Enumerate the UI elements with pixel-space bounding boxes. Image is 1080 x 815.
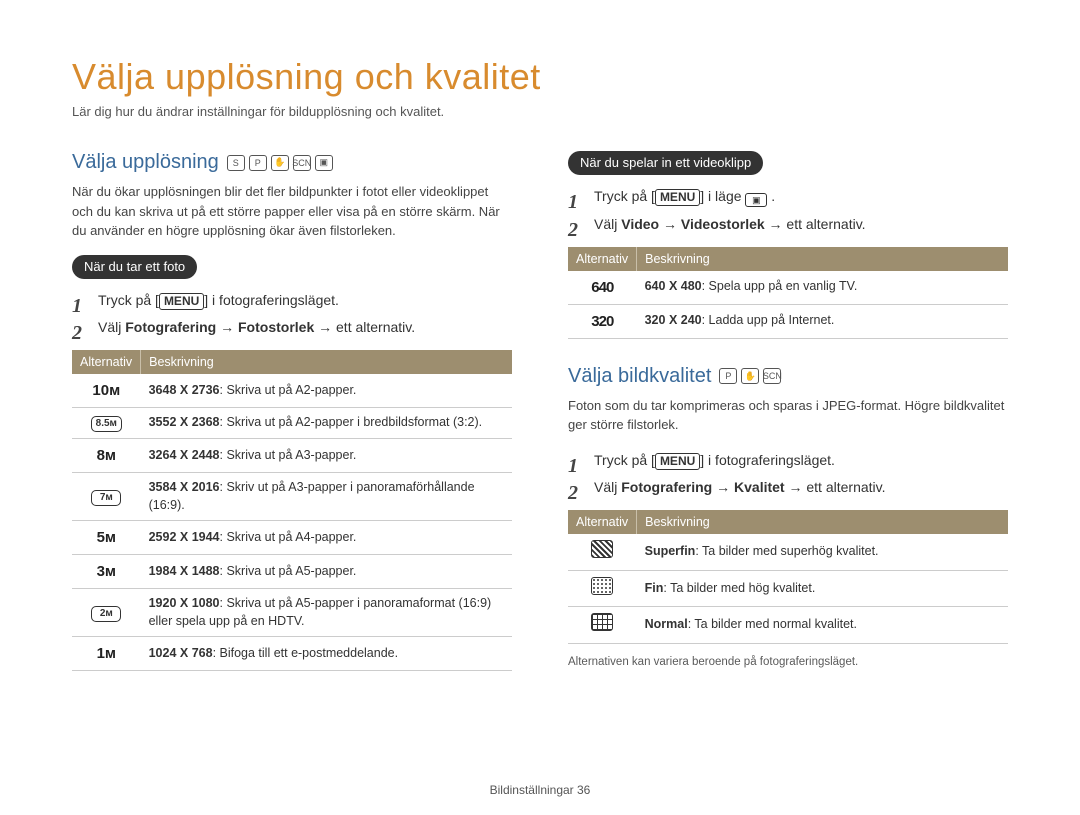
mode-icon: ✋ [271, 155, 289, 171]
step-2: 2 Välj Video → Videostorlek → ett altern… [568, 213, 1008, 237]
resolution-icon: 8.5ᴍ [91, 416, 122, 432]
option-icon-cell: 5ᴍ [72, 521, 141, 555]
resolution-icon: 2ᴍ [91, 606, 121, 622]
option-desc-cell: 3648 X 2736: Skriva ut på A2-papper. [141, 374, 512, 408]
pill-video: När du spelar in ett videoklipp [568, 151, 763, 175]
mode-icon: P [719, 368, 737, 384]
option-icon-cell: 640 [568, 271, 637, 305]
photo-size-table: Alternativ Beskrivning 10ᴍ 3648 X 2736: S… [72, 350, 512, 671]
option-icon-cell [568, 607, 637, 644]
step-1: 1 Tryck på [MENU] i läge ▣ . [568, 185, 1008, 209]
resolution-icon: 640 [591, 277, 613, 298]
th-desc: Beskrivning [141, 350, 512, 374]
video-mode-icon: ▣ [745, 193, 767, 207]
option-icon-cell: 1ᴍ [72, 637, 141, 671]
page-title: Välja upplösning och kvalitet [72, 56, 1008, 98]
resolution-icon: 8ᴍ [97, 445, 116, 466]
menu-button-label: MENU [655, 189, 700, 206]
option-icon-cell [568, 570, 637, 607]
step-2: 2 Välj Fotografering → Kvalitet → ett al… [568, 476, 1008, 500]
table-row: 640 640 X 480: Spela upp på en vanlig TV. [568, 271, 1008, 305]
table-row: 10ᴍ 3648 X 2736: Skriva ut på A2-papper. [72, 374, 512, 408]
heading-text: Välja bildkvalitet [568, 365, 711, 388]
table-row: 5ᴍ 2592 X 1944: Skriva ut på A4-papper. [72, 521, 512, 555]
mode-icon: SCN [763, 368, 781, 384]
menu-button-label: MENU [159, 293, 204, 310]
resolution-icon: 1ᴍ [97, 643, 116, 664]
table-row: Fin: Ta bilder med hög kvalitet. [568, 570, 1008, 607]
mode-icons: P✋SCN [719, 368, 781, 384]
step-2: 2 Välj Fotografering → Fotostorlek → ett… [72, 316, 512, 340]
option-icon-cell: 320 [568, 304, 637, 338]
mode-icon: P [249, 155, 267, 171]
option-desc-cell: 1920 X 1080: Skriva ut på A5-papper i pa… [141, 589, 512, 637]
step-number: 2 [568, 476, 578, 510]
step-1: 1 Tryck på [MENU] i fotograferingsläget. [72, 289, 512, 313]
resolution-icon: 5ᴍ [97, 527, 116, 548]
th-desc: Beskrivning [637, 247, 1008, 271]
heading-text: Välja upplösning [72, 151, 219, 174]
page-footer: Bildinställningar 36 [0, 783, 1080, 797]
menu-button-label: MENU [655, 453, 700, 470]
th-option: Alternativ [568, 510, 637, 534]
th-option: Alternativ [568, 247, 637, 271]
option-icon-cell: 8.5ᴍ [72, 408, 141, 439]
resolution-icon: 320 [591, 311, 613, 332]
quality-icon [591, 613, 613, 631]
th-desc: Beskrivning [637, 510, 1008, 534]
section-heading-quality: Välja bildkvalitet P✋SCN [568, 365, 1008, 388]
resolution-icon: 10ᴍ [92, 380, 120, 401]
step-number: 2 [568, 213, 578, 247]
table-row: 8.5ᴍ 3552 X 2368: Skriva ut på A2-papper … [72, 408, 512, 439]
option-icon-cell: 8ᴍ [72, 439, 141, 473]
mode-icon: S [227, 155, 245, 171]
option-desc-cell: 1984 X 1488: Skriva ut på A5-papper. [141, 555, 512, 589]
option-desc-cell: 320 X 240: Ladda upp på Internet. [637, 304, 1008, 338]
table-row: 2ᴍ 1920 X 1080: Skriva ut på A5-papper i … [72, 589, 512, 637]
option-icon-cell: 3ᴍ [72, 555, 141, 589]
option-desc-cell: 1024 X 768: Bifoga till ett e-postmeddel… [141, 637, 512, 671]
quality-intro: Foton som du tar komprimeras och sparas … [568, 396, 1008, 435]
right-column: När du spelar in ett videoklipp 1 Tryck … [568, 151, 1008, 683]
video-size-table: Alternativ Beskrivning 640 640 X 480: Spe… [568, 247, 1008, 339]
th-option: Alternativ [72, 350, 141, 374]
option-icon-cell: 2ᴍ [72, 589, 141, 637]
quality-icon [591, 577, 613, 595]
left-column: Välja upplösning SP✋SCN▣ När du ökar upp… [72, 151, 512, 683]
section-heading-resolution: Välja upplösning SP✋SCN▣ [72, 151, 512, 174]
table-row: Normal: Ta bilder med normal kvalitet. [568, 607, 1008, 644]
step-number: 2 [72, 316, 82, 350]
mode-icon: ▣ [315, 155, 333, 171]
option-desc-cell: Fin: Ta bilder med hög kvalitet. [637, 570, 1008, 607]
option-desc-cell: Superfin: Ta bilder med superhög kvalite… [637, 534, 1008, 570]
page-subtitle: Lär dig hur du ändrar inställningar för … [72, 104, 1008, 119]
option-desc-cell: 640 X 480: Spela upp på en vanlig TV. [637, 271, 1008, 305]
footnote: Alternativen kan variera beroende på fot… [568, 656, 1008, 668]
table-row: 1ᴍ 1024 X 768: Bifoga till ett e-postmedd… [72, 637, 512, 671]
resolution-icon: 7ᴍ [91, 490, 121, 506]
table-row: Superfin: Ta bilder med superhög kvalite… [568, 534, 1008, 570]
option-icon-cell [568, 534, 637, 570]
table-row: 320 320 X 240: Ladda upp på Internet. [568, 304, 1008, 338]
mode-icon: SCN [293, 155, 311, 171]
option-desc-cell: 3552 X 2368: Skriva ut på A2-papper i br… [141, 408, 512, 439]
quality-table: Alternativ Beskrivning Superfin: Ta bild… [568, 510, 1008, 644]
mode-icon: ✋ [741, 368, 759, 384]
option-desc-cell: 3584 X 2016: Skriv ut på A3-papper i pan… [141, 473, 512, 521]
option-desc-cell: 2592 X 1944: Skriva ut på A4-papper. [141, 521, 512, 555]
table-row: 8ᴍ 3264 X 2448: Skriva ut på A3-papper. [72, 439, 512, 473]
option-icon-cell: 7ᴍ [72, 473, 141, 521]
mode-icons: SP✋SCN▣ [227, 155, 333, 171]
option-icon-cell: 10ᴍ [72, 374, 141, 408]
step-1: 1 Tryck på [MENU] i fotograferingsläget. [568, 449, 1008, 473]
option-desc-cell: Normal: Ta bilder med normal kvalitet. [637, 607, 1008, 644]
table-row: 3ᴍ 1984 X 1488: Skriva ut på A5-papper. [72, 555, 512, 589]
resolution-intro: När du ökar upplösningen blir det fler b… [72, 182, 512, 241]
quality-icon [591, 540, 613, 558]
table-row: 7ᴍ 3584 X 2016: Skriv ut på A3-papper i p… [72, 473, 512, 521]
option-desc-cell: 3264 X 2448: Skriva ut på A3-papper. [141, 439, 512, 473]
pill-photo: När du tar ett foto [72, 255, 197, 279]
resolution-icon: 3ᴍ [97, 561, 116, 582]
